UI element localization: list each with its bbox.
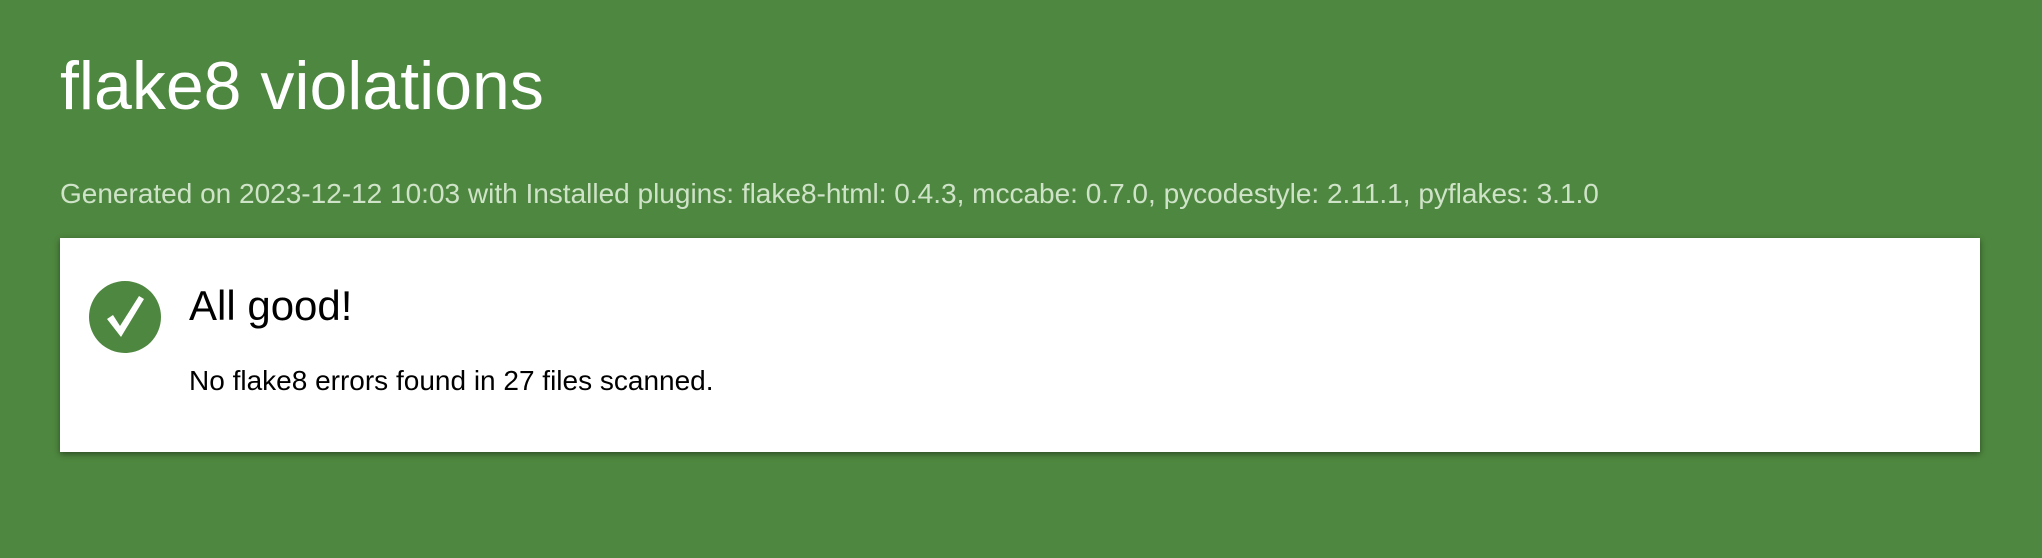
checkmark-icon xyxy=(107,296,144,337)
check-circle-icon xyxy=(89,281,161,353)
result-card: All good! No flake8 errors found in 27 f… xyxy=(60,238,1980,452)
result-message: No flake8 errors found in 27 files scann… xyxy=(189,365,714,396)
result-heading: All good! xyxy=(189,282,353,329)
generated-info: Generated on 2023-12-12 10:03 with Insta… xyxy=(60,178,1599,209)
page-title: flake8 violations xyxy=(60,48,544,124)
report-page: flake8 violations Generated on 2023-12-1… xyxy=(60,0,1982,558)
